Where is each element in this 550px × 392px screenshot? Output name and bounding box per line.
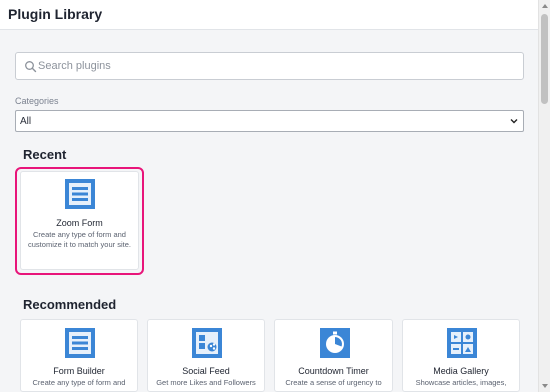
plugin-card-title: Media Gallery [433, 366, 489, 376]
plugin-card-media-gallery[interactable]: Media Gallery Showcase articles, images, [402, 319, 520, 392]
selected-card-highlight [15, 167, 144, 275]
plugin-card-description: Create any type of form and [32, 378, 126, 387]
plugin-card-title: Social Feed [182, 366, 230, 376]
gallery-icon [447, 328, 477, 358]
dialog-header: Plugin Library [0, 0, 538, 30]
social-feed-icon [192, 328, 222, 358]
plugin-card-description: Get more Likes and Followers [156, 378, 256, 387]
plugin-card-title: Countdown Timer [298, 366, 369, 376]
categories-select[interactable]: All [15, 110, 524, 132]
plugin-card-countdown-timer[interactable]: Countdown Timer Create a sense of urgenc… [274, 319, 393, 392]
categories-label: Categories [15, 96, 59, 106]
recommended-section-title: Recommended [23, 297, 117, 312]
scroll-up-arrow-icon[interactable] [542, 4, 548, 8]
search-box [15, 52, 524, 80]
dialog-title: Plugin Library [8, 6, 103, 22]
categories-selected-value: All [20, 116, 32, 127]
plugin-card-form-builder[interactable]: Form Builder Create any type of form and [20, 319, 138, 392]
form-icon [65, 328, 95, 358]
plugin-card-title: Form Builder [53, 366, 105, 376]
plugin-card-description: Showcase articles, images, [415, 378, 507, 387]
scroll-down-arrow-icon[interactable] [542, 384, 548, 388]
plugin-card-description: Create a sense of urgency to [285, 378, 382, 387]
timer-icon [320, 328, 350, 358]
recent-section-title: Recent [23, 147, 67, 162]
chevron-down-icon [510, 119, 518, 124]
search-icon [25, 61, 37, 73]
scrollbar[interactable] [538, 0, 550, 392]
plugin-card-social-feed[interactable]: Social Feed Get more Likes and Followers [147, 319, 265, 392]
scrollbar-thumb[interactable] [541, 14, 548, 104]
search-input[interactable] [38, 56, 508, 76]
